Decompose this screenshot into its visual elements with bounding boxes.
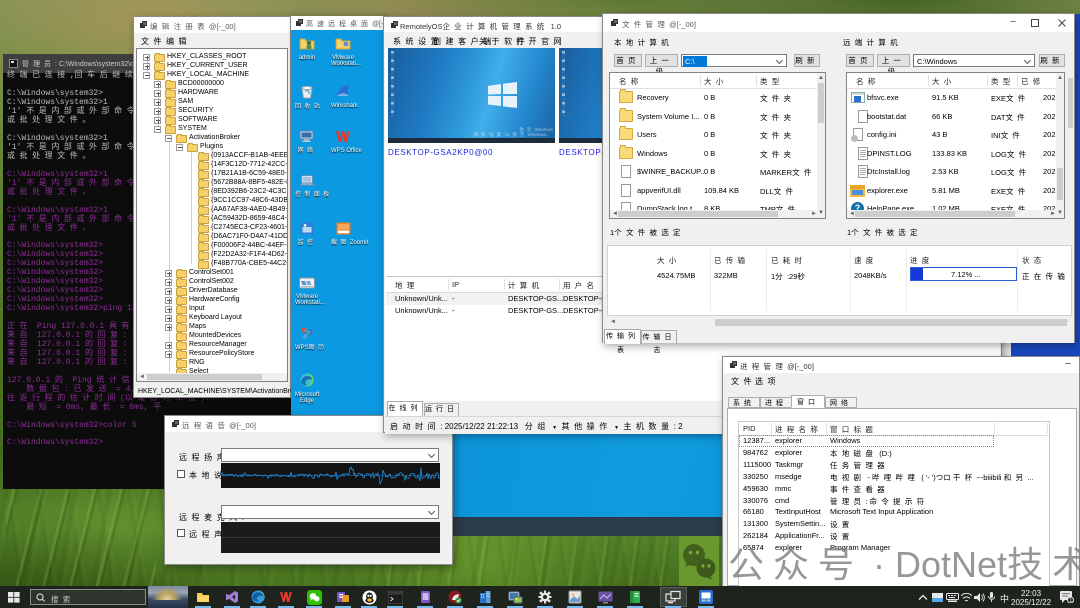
svg-text:1: 1 bbox=[1069, 598, 1072, 603]
